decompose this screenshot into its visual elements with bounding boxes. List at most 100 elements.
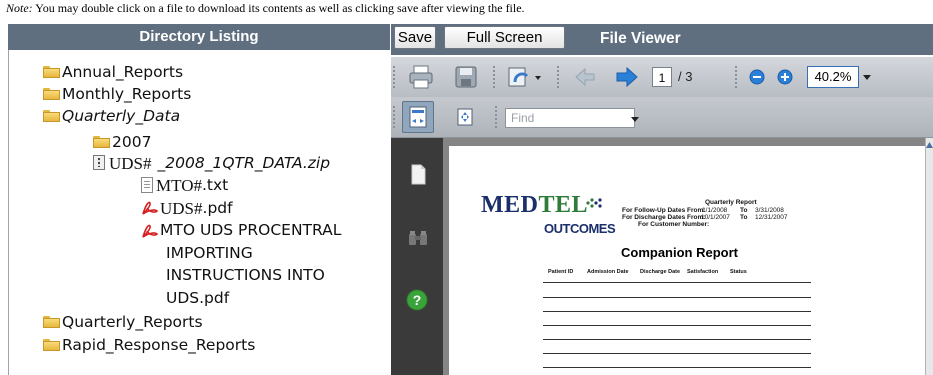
- column-header-discharge-date: Discharge Date: [640, 269, 681, 275]
- folder-icon: [43, 88, 61, 100]
- folder-open-icon: [43, 110, 61, 122]
- file-name-line: UDS.pdf: [166, 288, 230, 307]
- folder-icon: [43, 339, 61, 351]
- table-rule: [543, 367, 811, 368]
- zoom-out-icon[interactable]: [748, 68, 766, 86]
- file-name-line: IMPORTING: [166, 243, 253, 262]
- find-input[interactable]: Find: [505, 108, 635, 128]
- table-rule: [543, 311, 811, 312]
- find-dropdown-arrow-icon[interactable]: [630, 114, 640, 124]
- note-text: You may double click on a file to downlo…: [32, 1, 525, 15]
- binoculars-icon[interactable]: [407, 227, 429, 249]
- text-file-icon: [141, 177, 153, 193]
- companion-report-heading: Companion Report: [621, 245, 738, 260]
- discharge-dates-line: For Discharge Dates From: 10/1/2007 To 1…: [622, 214, 788, 221]
- file-name-line: MTO UDS PROCENTRAL: [160, 221, 342, 239]
- customer-number-line: For Customer Number:: [638, 221, 709, 228]
- file-name-prefix: UDS#: [109, 154, 152, 173]
- tree-item-rapid-response-reports[interactable]: Rapid_Response_Reports: [43, 336, 255, 354]
- pdf-icon: [142, 224, 159, 238]
- save-button[interactable]: Save: [394, 26, 436, 49]
- discharge-from: 10/1/2007: [701, 214, 730, 221]
- tree-item-label: Rapid_Response_Reports: [62, 336, 256, 354]
- table-rule: [543, 353, 811, 354]
- discharge-to: 12/31/2007: [755, 214, 788, 221]
- logo-med-text: MED: [481, 192, 539, 218]
- file-name-suffix: .txt: [201, 176, 229, 194]
- fit-page-icon[interactable]: [454, 106, 476, 128]
- table-rule: [543, 282, 811, 283]
- tree-item-2007[interactable]: 2007: [93, 133, 151, 151]
- table-rule: [543, 325, 811, 326]
- save-disk-icon[interactable]: [451, 63, 481, 91]
- fit-width-icon[interactable]: [402, 101, 434, 133]
- column-header-status: Status: [730, 269, 747, 275]
- tree-item-monthly-reports[interactable]: Monthly_Reports: [43, 85, 191, 103]
- folder-icon: [93, 136, 111, 148]
- folder-icon: [43, 66, 61, 78]
- discharge-to-word: To: [740, 214, 748, 221]
- toolbar-separator: [495, 106, 497, 128]
- toolbar-separator: [493, 66, 495, 88]
- note-prefix: Note:: [6, 1, 33, 15]
- file-name-prefix: MTO#: [156, 176, 202, 195]
- zoom-level-input[interactable]: 40.2%: [807, 66, 859, 88]
- logo-dots-icon: [584, 196, 606, 210]
- column-header-admission-date: Admission Date: [587, 269, 629, 275]
- tree-item-label: Monthly_Reports: [62, 85, 192, 103]
- pan-tool-dropdown[interactable]: [505, 63, 547, 91]
- pages-thumbnail-icon[interactable]: [407, 162, 429, 188]
- previous-page-icon: [573, 65, 597, 89]
- tree-item-quarterly-reports[interactable]: Quarterly_Reports: [43, 313, 203, 331]
- toolbar-separator: [557, 66, 559, 88]
- file-viewer-title: File Viewer: [600, 30, 681, 47]
- outcomes-logo: OUTCOMES: [544, 221, 616, 236]
- next-page-icon[interactable]: [614, 65, 640, 89]
- customer-number-label: For Customer Number:: [638, 221, 710, 228]
- folder-icon: [43, 316, 61, 328]
- tree-item-uds-pdf[interactable]: UDS# .pdf: [141, 199, 233, 219]
- tree-item-instructions-pdf[interactable]: MTO UDS PROCENTRAL IMPORTING INSTRUCTION…: [141, 221, 342, 309]
- followup-label: For Follow-Up Dates From:: [622, 207, 706, 214]
- discharge-label: For Discharge Dates From:: [622, 214, 706, 221]
- svg-text:?: ?: [413, 292, 422, 308]
- full-screen-button[interactable]: Full Screen: [444, 26, 565, 49]
- table-rule: [543, 297, 811, 298]
- tree-item-label: 2007: [112, 133, 152, 151]
- file-name-line: INSTRUCTIONS INTO: [166, 266, 325, 284]
- file-name-suffix: _2008_1QTR_DATA.zip: [157, 154, 331, 172]
- toolbar-separator: [735, 66, 737, 88]
- medtel-logo: MEDTEL: [481, 192, 588, 219]
- help-icon[interactable]: ?: [405, 288, 429, 312]
- instruction-note: Note: You may double click on a file to …: [6, 1, 525, 16]
- file-name-prefix: UDS#: [160, 199, 203, 218]
- logo-tel-text: TEL: [538, 192, 589, 218]
- print-icon[interactable]: [406, 63, 436, 91]
- pdf-icon: [142, 201, 159, 215]
- tree-item-mto-txt[interactable]: MTO# .txt: [141, 176, 228, 196]
- zoom-in-icon[interactable]: [776, 68, 794, 86]
- directory-listing-header: Directory Listing: [8, 24, 390, 50]
- tree-item-zip-file[interactable]: UDS# _2008_1QTR_DATA.zip: [93, 154, 330, 174]
- tree-item-quarterly-data[interactable]: Quarterly_Data: [43, 107, 180, 125]
- column-header-patient-id: Patient ID: [548, 269, 574, 275]
- vertical-scrollbar[interactable]: [925, 138, 933, 375]
- page-total-label: / 3: [678, 69, 693, 84]
- followup-from: 1/1/2008: [702, 207, 728, 214]
- followup-to: 3/31/2008: [755, 207, 784, 214]
- followup-dates-line: For Follow-Up Dates From: 1/1/2008 To 3/…: [622, 207, 784, 214]
- followup-to-word: To: [740, 207, 748, 214]
- tree-item-annual-reports[interactable]: Annual_Reports: [43, 63, 183, 81]
- tree-item-label: Annual_Reports: [62, 63, 184, 81]
- zip-file-icon: [93, 155, 105, 170]
- scroll-up-arrow-icon[interactable]: [926, 140, 933, 150]
- toolbar-grip: [393, 106, 395, 128]
- tree-item-label: Quarterly_Data: [62, 107, 181, 125]
- tree-item-label: Quarterly_Reports: [62, 313, 203, 331]
- table-rule: [543, 339, 811, 340]
- page-number-input[interactable]: 1: [652, 67, 672, 87]
- file-name-suffix: .pdf: [202, 199, 233, 217]
- document-page: [449, 146, 925, 375]
- zoom-dropdown-arrow-icon[interactable]: [862, 72, 872, 82]
- toolbar-grip: [393, 66, 395, 88]
